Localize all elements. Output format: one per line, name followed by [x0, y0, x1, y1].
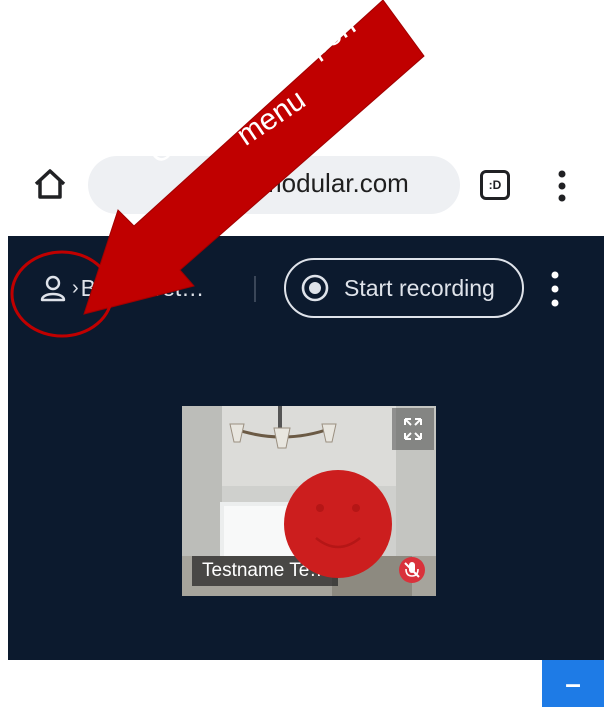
minimize-button[interactable]: – [542, 660, 604, 707]
start-recording-button[interactable]: Start recording [284, 258, 524, 318]
url-text[interactable]: modular.com [260, 168, 409, 199]
divider [254, 276, 256, 302]
tabs-button[interactable]: :D [480, 170, 510, 200]
browser-menu-icon[interactable] [552, 166, 572, 206]
person-icon [40, 275, 66, 302]
chevron-right-icon: › [72, 276, 79, 299]
meeting-more-icon[interactable] [548, 268, 562, 310]
expand-icon[interactable] [392, 408, 434, 450]
mic-off-icon [399, 557, 425, 583]
meeting-name: BLP Meet… [80, 274, 205, 301]
home-icon[interactable] [30, 164, 70, 204]
record-icon [301, 274, 329, 302]
meeting-menu-button[interactable]: › BLP Meet… [38, 268, 204, 308]
start-recording-label: Start recording [344, 274, 495, 301]
face-blur-emoji [284, 470, 392, 578]
